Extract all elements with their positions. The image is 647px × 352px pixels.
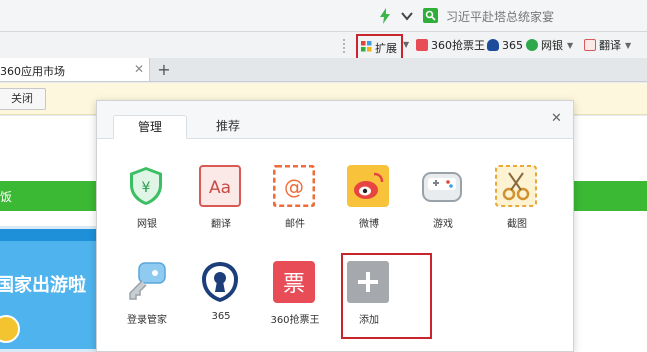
shield-yen-icon: ¥ bbox=[125, 165, 167, 207]
ticket-icon: 票 bbox=[273, 261, 315, 303]
expand-label: 扩展 bbox=[375, 42, 397, 55]
close-icon[interactable]: ✕ bbox=[551, 111, 562, 126]
app-translate[interactable]: Aa 翻译 bbox=[193, 165, 249, 235]
caret-down-icon[interactable]: ▼ bbox=[567, 41, 573, 50]
svg-text:Aa: Aa bbox=[209, 178, 231, 198]
chevron-down-icon[interactable] bbox=[400, 8, 414, 24]
close-tab-icon[interactable]: ✕ bbox=[134, 62, 144, 76]
toolbar-ext-label: 360抢票王 bbox=[431, 39, 485, 52]
toolbar-ext-label: 365 bbox=[502, 38, 523, 52]
translate-icon: Aa bbox=[199, 165, 241, 207]
mail-icon: @ bbox=[272, 164, 316, 208]
toolbar-ext-label: 翻译 bbox=[599, 39, 621, 52]
promo-banner[interactable]: 国家出游啦 bbox=[0, 226, 110, 352]
extensions-panel: 管理 推荐 ✕ ¥ 网银 Aa 翻译 @ 邮件 微博 游戏 截图 登录管家 36… bbox=[96, 100, 574, 352]
close-button[interactable]: 关闭 bbox=[0, 88, 46, 110]
keyhole-icon bbox=[487, 39, 499, 51]
gamepad-icon bbox=[421, 165, 463, 207]
toolbar-ext-label: 网银 bbox=[541, 39, 563, 52]
app-label: 游戏 bbox=[433, 219, 453, 230]
app-label: 360抢票王 bbox=[270, 315, 320, 326]
keyhole-icon bbox=[199, 261, 241, 303]
svg-text:@: @ bbox=[284, 175, 304, 199]
weibo-icon bbox=[347, 165, 389, 207]
app-mail[interactable]: @ 邮件 bbox=[267, 164, 323, 235]
app-login-manager[interactable]: 登录管家 bbox=[119, 261, 175, 331]
extensions-toolbar: 扩展 ▼ 360抢票王 365 网银 ▼ 翻译 ▼ bbox=[0, 32, 647, 67]
tab-strip: 360应用市场 ✕ + bbox=[0, 58, 647, 82]
panel-header: 管理 推荐 ✕ bbox=[97, 101, 573, 139]
app-screenshot[interactable]: 截图 bbox=[489, 165, 545, 235]
app-games[interactable]: 游戏 bbox=[415, 165, 471, 235]
search-box[interactable]: 习近平赴塔总统家宴 bbox=[420, 5, 647, 27]
app-weibo[interactable]: 微博 bbox=[341, 165, 397, 235]
toolbar-ext-bank[interactable]: 网银 ▼ bbox=[526, 38, 573, 52]
toolbar-ext-translate[interactable]: 翻译 ▼ bbox=[584, 38, 631, 52]
search-input[interactable]: 习近平赴塔总统家宴 bbox=[446, 8, 554, 25]
app-label: 登录管家 bbox=[127, 315, 167, 326]
app-bank[interactable]: ¥ 网银 bbox=[119, 165, 175, 235]
key-icon bbox=[125, 261, 167, 303]
search-engine-icon[interactable] bbox=[423, 8, 438, 23]
grid-icon bbox=[361, 41, 372, 52]
new-tab-button[interactable]: + bbox=[154, 60, 174, 80]
app-label: 翻译 bbox=[211, 219, 231, 230]
ticket-icon bbox=[416, 39, 428, 51]
scissors-icon bbox=[495, 165, 537, 207]
address-toolbar: 习近平赴塔总统家宴 bbox=[0, 0, 647, 32]
caret-down-icon[interactable]: ▼ bbox=[403, 40, 409, 49]
svg-text:¥: ¥ bbox=[142, 180, 151, 196]
caret-down-icon[interactable]: ▼ bbox=[625, 41, 631, 50]
tab-title: 360应用市场 bbox=[0, 65, 65, 78]
translate-icon bbox=[584, 39, 596, 51]
promo-banner-text: 国家出游啦 bbox=[0, 275, 86, 296]
add-highlight-frame bbox=[341, 253, 432, 339]
app-label: 截图 bbox=[507, 219, 527, 230]
tab-recommend[interactable]: 推荐 bbox=[207, 115, 249, 139]
app-label: 365 bbox=[211, 311, 231, 322]
toolbar-ext-ticket[interactable]: 360抢票王 bbox=[416, 38, 485, 52]
app-label: 网银 bbox=[137, 219, 157, 230]
svg-text:票: 票 bbox=[283, 272, 305, 297]
toolbar-ext-365[interactable]: 365 bbox=[487, 38, 523, 52]
drag-grip[interactable] bbox=[343, 39, 346, 53]
tab-app-market[interactable]: 360应用市场 ✕ bbox=[0, 58, 150, 82]
app-ticket[interactable]: 票 360抢票王 bbox=[267, 261, 323, 331]
app-365[interactable]: 365 bbox=[193, 261, 249, 331]
app-label: 邮件 bbox=[285, 219, 305, 230]
green-banner-text: 饭 bbox=[0, 190, 13, 204]
shield-yen-icon bbox=[526, 39, 538, 51]
tab-manage[interactable]: 管理 bbox=[113, 115, 187, 139]
lightning-icon[interactable] bbox=[378, 8, 392, 24]
app-label: 微博 bbox=[359, 219, 379, 230]
